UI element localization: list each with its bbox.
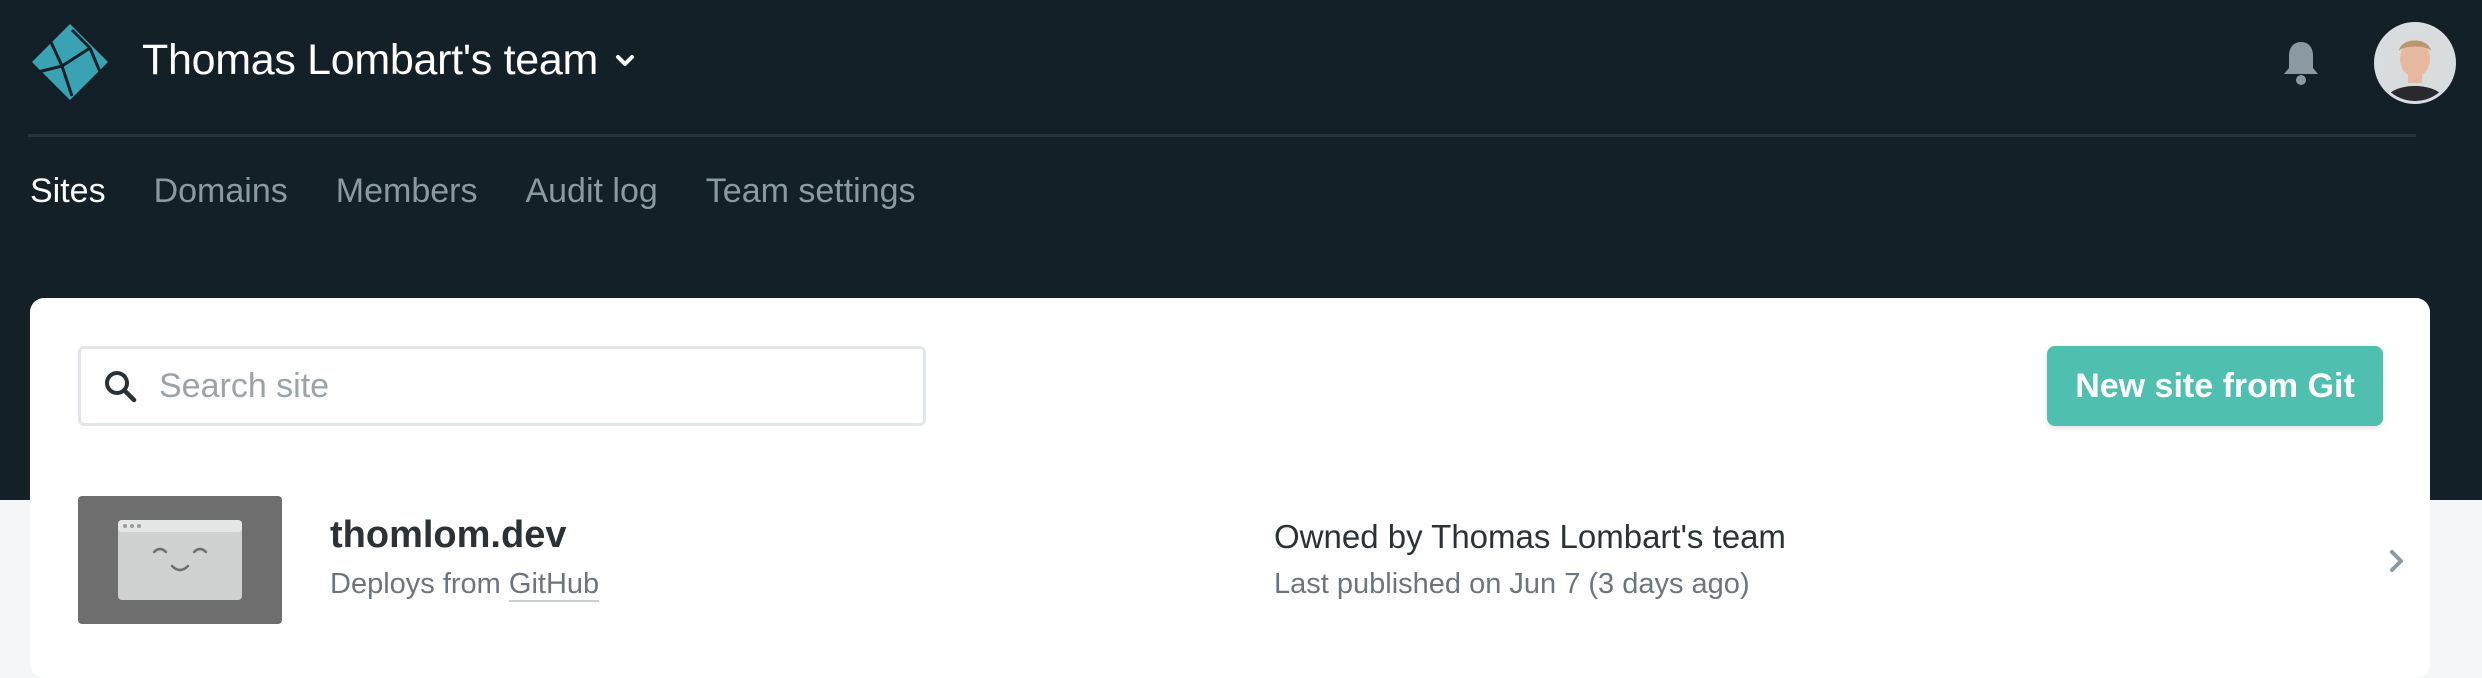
team-switcher[interactable]: Thomas Lombart's team: [142, 36, 638, 85]
netlify-logo[interactable]: [28, 20, 112, 104]
tab-members[interactable]: Members: [336, 172, 478, 211]
top-bar: Thomas Lombart's team: [0, 0, 2482, 134]
team-name: Thomas Lombart's team: [142, 36, 598, 84]
avatar-image: [2377, 25, 2453, 101]
site-deploy-source: Deploys from GitHub: [330, 568, 600, 602]
site-thumbnail: [78, 496, 282, 624]
chevron-down-icon: [615, 54, 634, 66]
site-name[interactable]: thomlom.dev: [330, 514, 566, 557]
deploys-prefix: Deploys from: [330, 568, 509, 600]
new-site-from-git-button[interactable]: New site from Git: [2047, 346, 2383, 426]
owned-prefix: Owned by: [1274, 518, 1432, 555]
tab-team-settings[interactable]: Team settings: [706, 172, 916, 211]
user-avatar[interactable]: [2374, 22, 2456, 104]
team-tabs: Sites Domains Members Audit log Team set…: [30, 172, 916, 211]
site-owner: Owned by Thomas Lombart's team: [1274, 518, 1786, 556]
header-divider: [28, 134, 2416, 137]
site-row[interactable]: thomlom.dev Deploys from GitHub Owned by…: [78, 496, 2403, 626]
placeholder-browser-icon: [118, 520, 242, 600]
search-box[interactable]: [78, 346, 926, 426]
tab-domains[interactable]: Domains: [154, 172, 288, 211]
chevron-right-icon: [2390, 550, 2403, 572]
github-link[interactable]: GitHub: [508, 568, 600, 602]
tab-sites[interactable]: Sites: [30, 172, 106, 211]
tab-audit-log[interactable]: Audit log: [525, 172, 657, 211]
search-input[interactable]: [159, 366, 879, 406]
owner-name: Thomas Lombart's team: [1431, 518, 1786, 555]
sites-card: New site from Git thomlom.dev Deploys fr…: [30, 298, 2430, 678]
last-published: Last published on Jun 7 (3 days ago): [1274, 568, 1750, 600]
search-icon: [105, 371, 137, 403]
bell-icon[interactable]: [2280, 38, 2322, 86]
